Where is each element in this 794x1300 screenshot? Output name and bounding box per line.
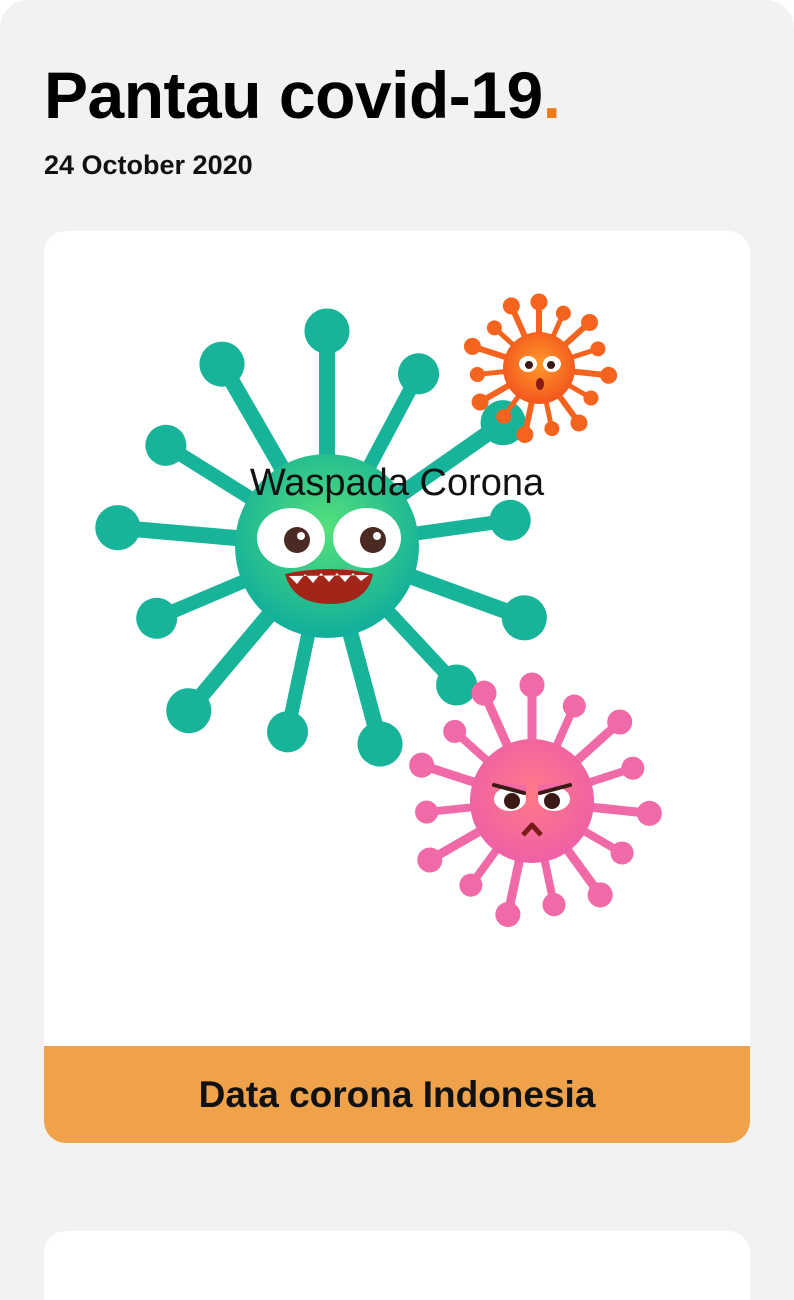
- data-corona-indonesia-button[interactable]: Data corona Indonesia: [44, 1046, 750, 1143]
- pink-virus-icon: [409, 672, 662, 927]
- app-screen: Pantau covid-19. 24 October 2020 Waspada…: [0, 0, 794, 1300]
- title-accent-dot: .: [542, 58, 561, 132]
- card-caption: Waspada Corona: [249, 462, 545, 504]
- page-date: 24 October 2020: [44, 150, 253, 180]
- corona-card: Waspada Corona Data corona Indonesia: [44, 231, 750, 1143]
- page-title: Pantau covid-19.: [44, 56, 561, 135]
- virus-illustration: [95, 293, 662, 927]
- page-title-text: Pantau covid-19: [44, 58, 543, 132]
- secondary-card: [44, 1231, 750, 1300]
